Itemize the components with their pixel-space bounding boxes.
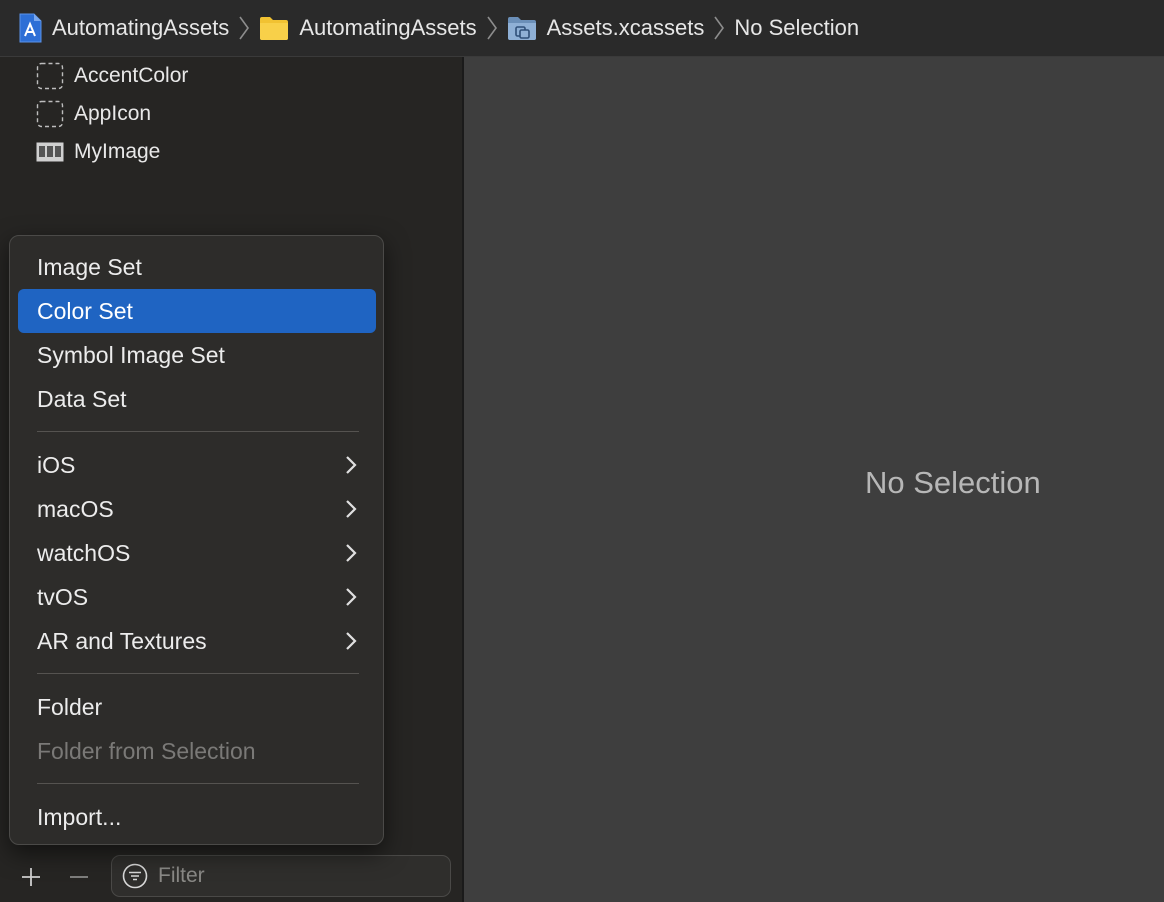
chevron-right-icon [346,544,357,562]
breadcrumb-folder[interactable]: AutomatingAssets [259,0,477,57]
menu-item-folder-from-selection: Folder from Selection [18,729,376,773]
minus-icon [70,876,88,878]
menu-item-data-set[interactable]: Data Set [18,377,376,421]
filter-field[interactable] [111,855,451,897]
sidebar-bottom-bar [0,852,462,902]
breadcrumb-label: Assets.xcassets [546,15,705,40]
menu-item-label: AR and Textures [37,627,207,654]
breadcrumb-selection[interactable]: No Selection [734,0,859,57]
asset-item-label: AppIcon [74,102,152,125]
chevron-right-icon [710,13,728,43]
menu-item-folder[interactable]: Folder [18,685,376,729]
filter-input[interactable] [156,863,440,889]
breadcrumb: AutomatingAssets AutomatingAssets Assets… [0,0,1164,57]
asset-item-appicon[interactable]: AppIcon [36,99,151,129]
menu-item-tvos[interactable]: tvOS [18,575,376,619]
menu-item-label: watchOS [37,539,131,566]
menu-item-label: Image Set [37,253,142,280]
menu-item-label: tvOS [37,583,89,610]
asset-item-myimage[interactable]: MyImage [36,137,160,167]
add-asset-button[interactable] [16,862,46,892]
filter-icon [121,862,149,890]
menu-item-watchos[interactable]: watchOS [18,531,376,575]
app-icon-placeholder-icon [36,100,64,128]
image-set-icon [36,138,64,166]
chevron-right-icon [346,588,357,606]
xcode-project-icon [18,13,42,43]
menu-item-symbol-image-set[interactable]: Symbol Image Set [18,333,376,377]
menu-item-color-set[interactable]: Color Set [18,289,376,333]
menu-item-import[interactable]: Import... [18,795,376,839]
chevron-right-icon [235,13,253,43]
plus-icon [22,868,40,886]
breadcrumb-label: AutomatingAssets [52,15,230,40]
menu-item-label: Color Set [37,297,133,324]
menu-item-label: Symbol Image Set [37,341,225,368]
menu-item-ios[interactable]: iOS [18,443,376,487]
asset-item-label: MyImage [74,140,161,163]
remove-asset-button[interactable] [64,862,94,892]
color-set-placeholder-icon [36,62,64,90]
menu-separator [37,431,359,432]
asset-item-label: AccentColor [74,64,189,87]
menu-item-ar-and-textures[interactable]: AR and Textures [18,619,376,663]
chevron-right-icon [346,456,357,474]
menu-separator [37,783,359,784]
breadcrumb-project[interactable]: AutomatingAssets [18,0,229,57]
breadcrumb-label: No Selection [734,15,860,40]
menu-item-label: macOS [37,495,114,522]
chevron-right-icon [346,500,357,518]
menu-separator [37,673,359,674]
menu-item-image-set[interactable]: Image Set [18,245,376,289]
asset-item-accentcolor[interactable]: AccentColor [36,61,188,91]
menu-item-label: Import... [37,803,122,830]
breadcrumb-asset-catalog[interactable]: Assets.xcassets [507,0,705,57]
breadcrumb-label: AutomatingAssets [299,15,477,40]
asset-catalog-icon [507,15,537,41]
menu-item-label: Folder from Selection [37,737,256,764]
chevron-right-icon [483,13,501,43]
chevron-right-icon [346,632,357,650]
add-asset-menu: Image Set Color Set Symbol Image Set Dat… [9,235,384,845]
folder-icon [259,15,289,41]
menu-item-label: Folder [37,693,103,720]
asset-editor: No Selection [464,57,1164,902]
menu-item-label: Data Set [37,385,127,412]
empty-state-label: No Selection [865,465,1041,500]
menu-item-macos[interactable]: macOS [18,487,376,531]
xcode-window: AutomatingAssets AutomatingAssets Assets… [0,0,1164,902]
menu-item-label: iOS [37,451,76,478]
